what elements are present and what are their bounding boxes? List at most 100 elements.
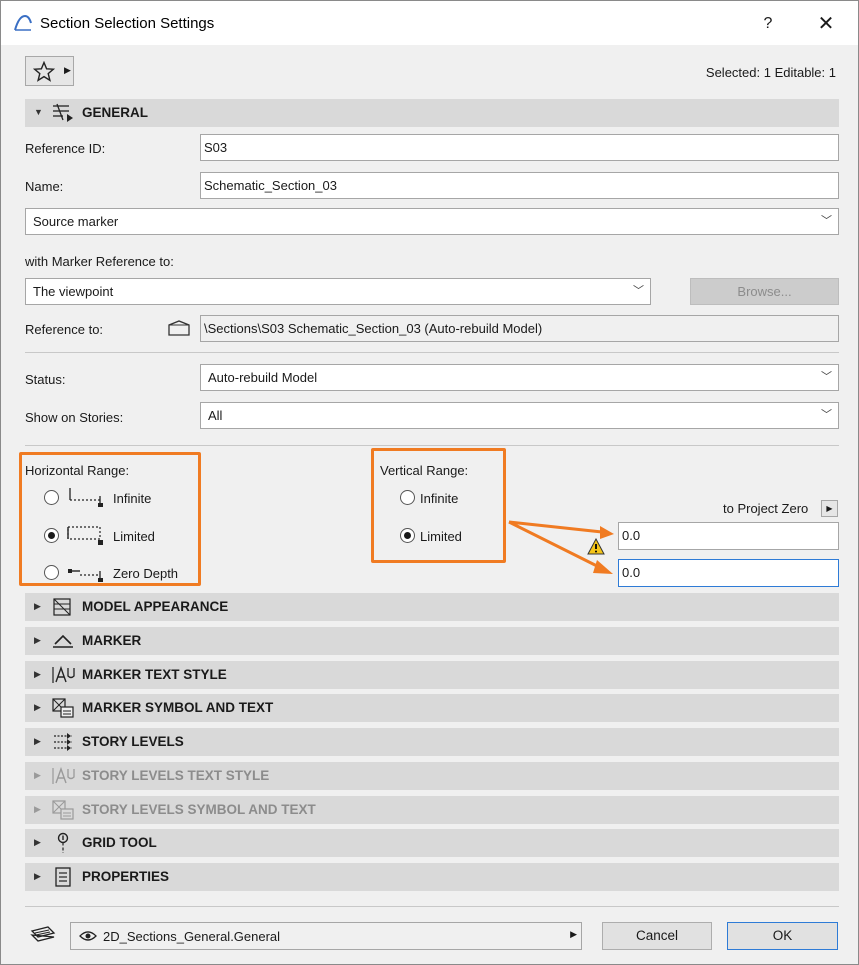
horizontal-range-label: Horizontal Range: bbox=[25, 463, 130, 478]
panel-header-story-levels-symbol-and-text: ▶ STORY LEVELS SYMBOL AND TEXT bbox=[25, 796, 839, 824]
symbol-and-text-icon bbox=[52, 800, 74, 820]
panel-header-model-appearance[interactable]: ▶ MODEL APPEARANCE bbox=[25, 593, 839, 621]
panel-header-grid-tool[interactable]: ▶ GRID TOOL bbox=[25, 829, 839, 857]
horizontal-infinite-radio[interactable] bbox=[44, 490, 59, 505]
panel-title: GRID TOOL bbox=[82, 835, 157, 850]
eye-icon bbox=[79, 931, 97, 941]
to-project-zero-label: to Project Zero bbox=[723, 501, 809, 516]
browse-button[interactable]: Browse... bbox=[690, 278, 839, 305]
panel-header-marker-text-style[interactable]: ▶ MARKER TEXT STYLE bbox=[25, 661, 839, 689]
caret-right-icon: ▶ bbox=[34, 770, 41, 780]
caret-right-icon: ▶ bbox=[34, 837, 41, 847]
panel-title: MODEL APPEARANCE bbox=[82, 599, 229, 614]
marker-icon bbox=[53, 634, 73, 648]
section-settings-icon bbox=[53, 103, 73, 122]
marker-type-select[interactable]: Source marker ﹀ bbox=[25, 208, 839, 235]
status-label: Status: bbox=[25, 372, 66, 387]
vertical-limited-label: Limited bbox=[420, 529, 462, 544]
divider bbox=[25, 445, 839, 446]
horizontal-infinite-label: Infinite bbox=[113, 491, 152, 506]
favorites-button[interactable]: ▶ bbox=[25, 56, 74, 86]
divider bbox=[25, 906, 839, 907]
infinite-range-icon bbox=[69, 488, 103, 507]
panel-title: MARKER bbox=[82, 633, 142, 648]
ok-button[interactable]: OK bbox=[727, 922, 838, 950]
zero-depth-range-icon bbox=[68, 569, 103, 582]
layers-icon bbox=[30, 926, 56, 942]
vertical-bottom-input[interactable]: 0.0 bbox=[618, 559, 839, 587]
title-bar[interactable]: Section Selection Settings ? ✕ bbox=[1, 1, 858, 45]
panel-header-marker[interactable]: ▶ MARKER bbox=[25, 627, 839, 655]
close-button[interactable]: ✕ bbox=[811, 10, 841, 38]
panel-header-properties[interactable]: ▶ PROPERTIES bbox=[25, 863, 839, 891]
caret-right-icon: ▶ bbox=[64, 65, 71, 75]
section-selection-settings-dialog: Section Selection Settings ? ✕ ▶ Selecte… bbox=[0, 0, 859, 965]
vertical-infinite-radio[interactable] bbox=[400, 490, 415, 505]
reference-to-field: \Sections\S03 Schematic_Section_03 (Auto… bbox=[200, 315, 839, 342]
section-tool-icon bbox=[14, 14, 32, 31]
panel-title: STORY LEVELS TEXT STYLE bbox=[82, 768, 270, 783]
chevron-down-icon: ﹀ bbox=[821, 215, 832, 227]
panel-title: MARKER SYMBOL AND TEXT bbox=[82, 700, 274, 715]
status-value: Auto-rebuild Model bbox=[208, 370, 318, 385]
horizontal-limited-label: Limited bbox=[113, 529, 155, 544]
panel-title: PROPERTIES bbox=[82, 869, 170, 884]
caret-right-icon: ▶ bbox=[34, 871, 41, 881]
vertical-top-input[interactable]: 0.0 bbox=[618, 522, 839, 550]
vertical-infinite-label: Infinite bbox=[420, 491, 459, 506]
panel-header-general[interactable]: ▼ GENERAL bbox=[25, 99, 839, 127]
text-style-icon bbox=[52, 665, 75, 683]
grid-tool-icon bbox=[57, 832, 69, 853]
status-select[interactable]: Auto-rebuild Model ﹀ bbox=[200, 364, 839, 391]
caret-right-icon: ▶ bbox=[34, 804, 41, 814]
name-input[interactable]: Schematic_Section_03 bbox=[200, 172, 839, 199]
horizontal-limited-radio[interactable] bbox=[44, 528, 59, 543]
text-style-icon bbox=[52, 766, 75, 784]
panel-header-story-levels[interactable]: ▶ STORY LEVELS bbox=[25, 728, 839, 756]
window-title: Section Selection Settings bbox=[40, 15, 215, 32]
caret-down-icon: ▼ bbox=[34, 107, 43, 117]
symbol-and-text-icon bbox=[52, 698, 74, 718]
panel-title: GENERAL bbox=[82, 105, 149, 120]
panel-title: STORY LEVELS bbox=[82, 734, 184, 749]
reference-to-label: Reference to: bbox=[25, 322, 104, 337]
caret-right-icon: ▶ bbox=[34, 702, 41, 712]
name-label: Name: bbox=[25, 179, 64, 194]
limited-range-icon bbox=[67, 526, 103, 545]
selection-count: Selected: 1 Editable: 1 bbox=[705, 65, 836, 80]
layer-select[interactable]: 2D_Sections_General.General ▶ bbox=[70, 922, 582, 950]
panel-title: MARKER TEXT STYLE bbox=[82, 667, 227, 682]
marker-reference-value: The viewpoint bbox=[33, 284, 114, 299]
marker-reference-label: with Marker Reference to: bbox=[25, 254, 174, 269]
vertical-range-label: Vertical Range: bbox=[380, 463, 469, 478]
panel-title: STORY LEVELS SYMBOL AND TEXT bbox=[82, 802, 316, 817]
help-button[interactable]: ? bbox=[753, 10, 783, 38]
star-icon bbox=[33, 61, 55, 82]
horizontal-zero-depth-radio[interactable] bbox=[44, 565, 59, 580]
annotation-arrows bbox=[508, 520, 614, 574]
marker-reference-select[interactable]: The viewpoint ﹀ bbox=[25, 278, 651, 305]
caret-right-icon: ▶ bbox=[34, 669, 41, 679]
vertical-limited-radio[interactable] bbox=[400, 528, 415, 543]
show-on-stories-label: Show on Stories: bbox=[25, 410, 124, 425]
show-on-stories-select[interactable]: All ﹀ bbox=[200, 402, 839, 429]
view-reference-icon bbox=[168, 320, 190, 336]
caret-right-icon: ▶ bbox=[34, 601, 41, 611]
chevron-down-icon: ﹀ bbox=[821, 409, 832, 421]
caret-right-icon: ▶ bbox=[34, 736, 41, 746]
cancel-button[interactable]: Cancel bbox=[602, 922, 712, 950]
reference-id-label: Reference ID: bbox=[25, 141, 106, 156]
properties-icon bbox=[55, 867, 71, 887]
panel-header-marker-symbol-and-text[interactable]: ▶ MARKER SYMBOL AND TEXT bbox=[25, 694, 839, 722]
caret-right-icon: ▶ bbox=[570, 929, 577, 939]
story-levels-icon bbox=[54, 733, 72, 751]
horizontal-zero-depth-label: Zero Depth bbox=[113, 566, 179, 581]
show-on-stories-value: All bbox=[208, 408, 223, 423]
model-appearance-icon bbox=[53, 598, 71, 616]
divider bbox=[25, 352, 839, 353]
reference-id-input[interactable]: S03 bbox=[200, 134, 839, 161]
layer-value: 2D_Sections_General.General bbox=[103, 929, 281, 944]
marker-type-value: Source marker bbox=[33, 214, 119, 229]
project-zero-toggle[interactable]: ▶ bbox=[821, 500, 838, 517]
caret-right-icon: ▶ bbox=[34, 635, 41, 645]
